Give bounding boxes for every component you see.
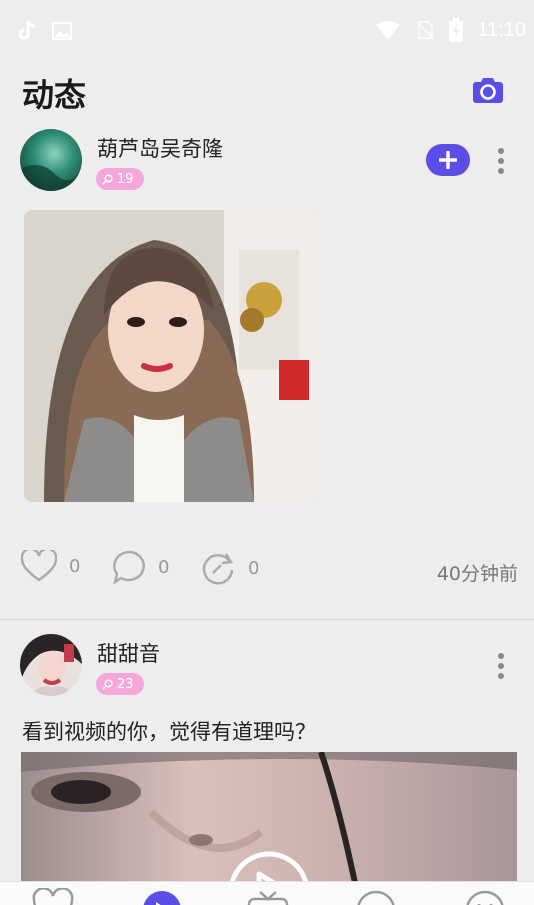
page-title: 动态 (22, 76, 87, 114)
comment-icon (113, 550, 145, 584)
like-action[interactable]: 0 (21, 550, 80, 582)
tiktok-icon (18, 20, 36, 40)
message-tab-icon[interactable] (354, 888, 398, 905)
camera-button[interactable] (473, 76, 503, 104)
camera-icon (473, 78, 503, 103)
share-count: 0 (248, 557, 260, 579)
more-options-button[interactable] (494, 653, 508, 679)
status-time: 11:10 (477, 18, 526, 41)
post-photo[interactable] (24, 210, 316, 502)
post-divider (0, 619, 534, 620)
more-dot (498, 663, 504, 669)
level-badge: 23 (96, 673, 144, 695)
post-time: 40分钟前 (436, 563, 518, 585)
battery-charging-icon (449, 18, 464, 42)
no-sim-icon (416, 21, 435, 39)
avatar[interactable] (20, 634, 82, 696)
search-icon (102, 678, 113, 690)
more-dot (498, 168, 504, 174)
portrait-image (24, 210, 316, 502)
heart-tab-icon[interactable] (31, 888, 75, 905)
like-count: 0 (69, 555, 81, 577)
username[interactable]: 葫芦岛吴奇隆 (97, 133, 223, 163)
comment-count: 0 (158, 556, 170, 578)
follow-button[interactable] (426, 144, 470, 176)
status-bar: 11:10 (0, 0, 534, 60)
status-right-icons: 11:10 (375, 18, 526, 42)
more-dot (498, 148, 504, 154)
header: 动态 (0, 60, 534, 124)
tv-tab-icon[interactable] (246, 888, 290, 905)
avatar-image (20, 129, 82, 191)
comment-action[interactable]: 0 (112, 550, 169, 584)
badge-value: 23 (117, 676, 134, 692)
share-action[interactable]: 0 (200, 550, 259, 586)
heart-icon (21, 550, 57, 582)
more-dot (498, 673, 504, 679)
bottom-tab-bar (0, 881, 534, 905)
wifi-icon (376, 21, 401, 39)
image-icon (52, 22, 72, 40)
post-actions: 0 0 0 40分钟前 (0, 550, 534, 590)
level-badge: 19 (96, 168, 144, 190)
search-icon (102, 173, 113, 185)
profile-tab-icon[interactable] (463, 888, 507, 905)
more-dot (498, 158, 504, 164)
username[interactable]: 甜甜音 (97, 638, 160, 668)
status-left-icons (18, 20, 72, 42)
dynamic-tab-icon[interactable] (140, 888, 184, 905)
more-dot (498, 653, 504, 659)
plus-icon (439, 151, 457, 169)
avatar-image (20, 634, 82, 696)
more-options-button[interactable] (494, 148, 508, 174)
badge-value: 19 (117, 171, 134, 187)
avatar[interactable] (20, 129, 82, 191)
post-text: 看到视频的你，觉得有道理吗？ (22, 720, 316, 744)
share-icon (202, 553, 234, 585)
